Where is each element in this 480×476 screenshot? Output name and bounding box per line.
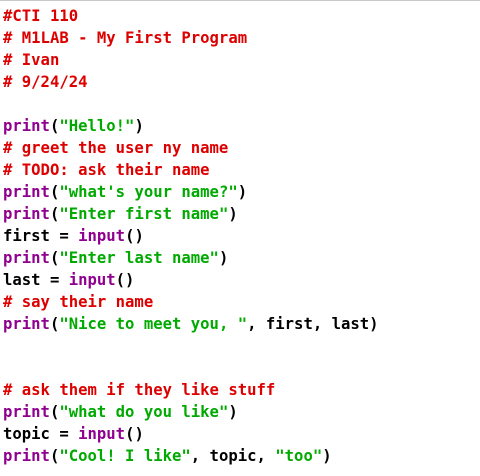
code-token: ) <box>237 183 248 201</box>
code-line[interactable]: # M1LAB - My First Program <box>3 27 379 49</box>
string-literal-token: "too" <box>275 447 323 465</box>
code-line[interactable]: print("Enter last name") <box>3 247 379 269</box>
builtin-function-token: print <box>3 447 50 465</box>
code-token: ( <box>49 447 60 465</box>
code-line[interactable]: # greet the user ny name <box>3 137 379 159</box>
code-line[interactable]: print("what do you like") <box>3 401 379 423</box>
code-line[interactable]: ​ <box>3 357 379 379</box>
code-token: topic = <box>3 425 79 443</box>
code-line[interactable]: print("what's your name?") <box>3 181 379 203</box>
code-token: first = <box>3 227 79 245</box>
string-literal-token: "Enter last name" <box>59 249 219 267</box>
builtin-function-token: print <box>3 183 50 201</box>
builtin-function-token: print <box>3 117 50 135</box>
code-token: , first, last) <box>247 315 379 333</box>
string-literal-token: "Hello!" <box>59 117 135 135</box>
code-line[interactable]: #CTI 110 <box>3 5 379 27</box>
string-literal-token: "what's your name?" <box>59 183 238 201</box>
code-line[interactable]: print("Enter first name") <box>3 203 379 225</box>
code-token: ) <box>134 117 144 135</box>
string-literal-token: "what do you like" <box>59 403 229 421</box>
code-token: ( <box>49 249 60 267</box>
code-token: ) <box>218 249 229 267</box>
code-line[interactable]: # TODO: ask their name <box>3 159 379 181</box>
comment-token: # TODO: ask their name <box>3 161 210 179</box>
code-line[interactable]: # say their name <box>3 291 379 313</box>
builtin-function-token: input <box>68 271 116 289</box>
code-token: () <box>115 271 135 289</box>
code-line[interactable]: print("Hello!") <box>3 115 379 137</box>
comment-token: # ask them if they like stuff <box>3 381 276 399</box>
code-token: () <box>125 425 144 443</box>
builtin-function-token: print <box>3 249 50 267</box>
code-token: ) <box>228 403 238 421</box>
comment-token: # M1LAB - My First Program <box>3 29 248 47</box>
code-token: last = <box>3 271 69 289</box>
code-line[interactable]: topic = input() <box>3 423 379 445</box>
code-token: ( <box>49 117 60 135</box>
comment-token: # Ivan <box>3 51 60 69</box>
comment-token: #CTI 110 <box>3 7 79 25</box>
comment-token: # greet the user ny name <box>3 139 229 157</box>
code-token: ) <box>322 447 332 465</box>
code-text-area[interactable]: #CTI 110 # M1LAB - My First Program # Ivan… <box>3 5 379 467</box>
code-token: ( <box>49 205 60 223</box>
code-line[interactable]: print("Cool! I like", topic, "too") <box>3 445 379 467</box>
code-line[interactable]: ​ <box>3 335 379 357</box>
code-editor[interactable]: #CTI 110 # M1LAB - My First Program # Ivan… <box>0 0 480 476</box>
comment-token: # 9/24/24 <box>3 73 88 91</box>
builtin-function-token: print <box>3 315 50 333</box>
code-token: ) <box>228 205 238 223</box>
builtin-function-token: print <box>3 403 50 421</box>
builtin-function-token: input <box>78 425 126 443</box>
comment-token: # say their name <box>3 293 154 311</box>
string-literal-token: "Cool! I like" <box>59 447 191 465</box>
builtin-function-token: input <box>78 227 126 245</box>
code-line[interactable]: last = input() <box>3 269 379 291</box>
code-token: , topic, <box>190 447 276 465</box>
code-line[interactable]: print("Nice to meet you, ", first, last) <box>3 313 379 335</box>
string-literal-token: "Enter first name" <box>59 205 229 223</box>
string-literal-token: "Nice to meet you, " <box>59 315 248 333</box>
code-line[interactable]: ​ <box>3 93 379 115</box>
code-token: ( <box>49 183 60 201</box>
builtin-function-token: print <box>3 205 50 223</box>
code-line[interactable]: # Ivan <box>3 49 379 71</box>
code-line[interactable]: first = input() <box>3 225 379 247</box>
code-line[interactable]: # ask them if they like stuff <box>3 379 379 401</box>
code-line[interactable]: # 9/24/24 <box>3 71 379 93</box>
code-token: ( <box>49 403 60 421</box>
code-token: () <box>125 227 144 245</box>
code-token: ( <box>49 315 60 333</box>
